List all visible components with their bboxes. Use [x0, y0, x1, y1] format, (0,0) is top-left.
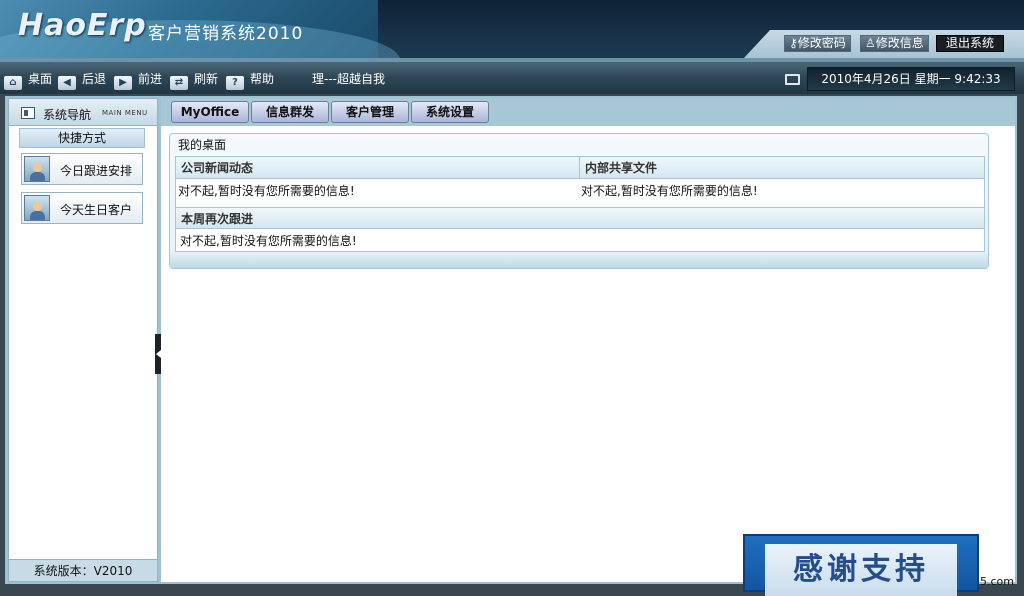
shortcut-label: 今天生日客户 — [60, 203, 133, 217]
desktop-title: 我的桌面 — [178, 138, 227, 152]
header-actions: ⚷修改密码 ♙修改信息 退出系统 — [744, 30, 1024, 58]
shortcut-today-followup[interactable]: 今日跟进安排 — [21, 153, 143, 185]
desktop-grid: 公司新闻动态 内部共享文件 对不起,暂时没有您所需要的信息! 对不起,暂时没有您… — [175, 156, 985, 252]
version-label: 系统版本：V2010 — [9, 559, 157, 581]
tab-strip: MyOffice 信息群发 客户管理 系统设置 — [161, 98, 1015, 126]
refresh-icon: ⇄ — [170, 76, 188, 90]
change-password-button[interactable]: ⚷修改密码 — [784, 35, 851, 52]
tab-system-settings[interactable]: 系统设置 — [411, 101, 489, 123]
help-button[interactable]: ? 帮助 — [226, 70, 274, 90]
tab-info-broadcast[interactable]: 信息群发 — [251, 101, 329, 123]
menu-icon — [21, 107, 35, 119]
my-desktop-panel: 我的桌面 公司新闻动态 内部共享文件 对不起,暂时没有您所需要的信息! 对不起,… — [169, 133, 989, 269]
back-button[interactable]: ◀ 后退 — [58, 70, 106, 90]
content-panel: MyOffice 信息群发 客户管理 系统设置 我的桌面 公司新闻动态 内部共享… — [161, 98, 1015, 582]
refresh-button[interactable]: ⇄ 刷新 — [170, 70, 218, 90]
app-title: 客户营销系统2010 — [148, 24, 304, 44]
key-icon: ⚷ — [789, 36, 798, 50]
tab-myoffice[interactable]: MyOffice — [171, 101, 249, 123]
home-icon: ⌂ — [4, 76, 22, 90]
thanks-banner: 感谢支持 — [743, 534, 979, 596]
files-header: 内部共享文件 — [579, 157, 984, 179]
app-logo: HaoErp — [18, 8, 147, 43]
news-empty-message: 对不起,暂时没有您所需要的信息! — [178, 184, 355, 198]
shortcut-header: 快捷方式 — [19, 128, 145, 148]
logout-button[interactable]: 退出系统 — [936, 35, 1005, 52]
files-empty-message: 对不起,暂时没有您所需要的信息! — [581, 184, 758, 198]
contact-card-icon — [24, 156, 50, 182]
sidebar-title: 系统导航 — [43, 108, 92, 122]
news-header: 公司新闻动态 — [176, 157, 579, 179]
contact-card-icon — [24, 195, 50, 221]
change-info-button[interactable]: ♙修改信息 — [860, 35, 929, 52]
forward-button[interactable]: ▶ 前进 — [114, 70, 162, 90]
help-icon: ? — [226, 76, 244, 90]
followup-empty-message: 对不起,暂时没有您所需要的信息! — [180, 234, 357, 248]
datetime-display: 2010年4月26日 星期一 9:42:33 — [807, 67, 1015, 91]
thanks-text: 感谢支持 — [765, 544, 957, 596]
shortcut-label: 今日跟进安排 — [60, 164, 133, 178]
toolbar: ⌂ 桌面 ◀ 后退 ▶ 前进 ⇄ 刷新 ? 帮助 理---超越自我 2010年4月26日 … — [0, 58, 1024, 94]
watermark-text: 5.com — [980, 575, 1014, 588]
app-header: HaoErp 客户营销系统2010 ⚷修改密码 ♙修改信息 退出系统 — [0, 0, 1024, 58]
desktop-button[interactable]: ⌂ 桌面 — [4, 70, 52, 90]
sidebar-header: 系统导航 MAIN MENU — [9, 99, 157, 126]
monitor-icon — [785, 74, 800, 85]
user-icon: ♙ — [865, 36, 876, 50]
desktop-panel-footer — [170, 252, 988, 268]
shortcut-today-birthday[interactable]: 今天生日客户 — [21, 192, 143, 224]
sidebar-subtitle: MAIN MENU — [102, 109, 148, 117]
tab-customer-management[interactable]: 客户管理 — [331, 101, 409, 123]
arrow-left-icon: ◀ — [58, 76, 76, 90]
motto-text: 理---超越自我 — [312, 72, 385, 86]
main-area: 系统导航 MAIN MENU 快捷方式 今日跟进安排 今天生日客户 系统版本：V… — [5, 96, 1017, 584]
arrow-right-icon: ▶ — [114, 76, 132, 90]
sidebar: 系统导航 MAIN MENU 快捷方式 今日跟进安排 今天生日客户 系统版本：V… — [8, 98, 158, 582]
followup-header: 本周再次跟进 — [176, 207, 984, 229]
